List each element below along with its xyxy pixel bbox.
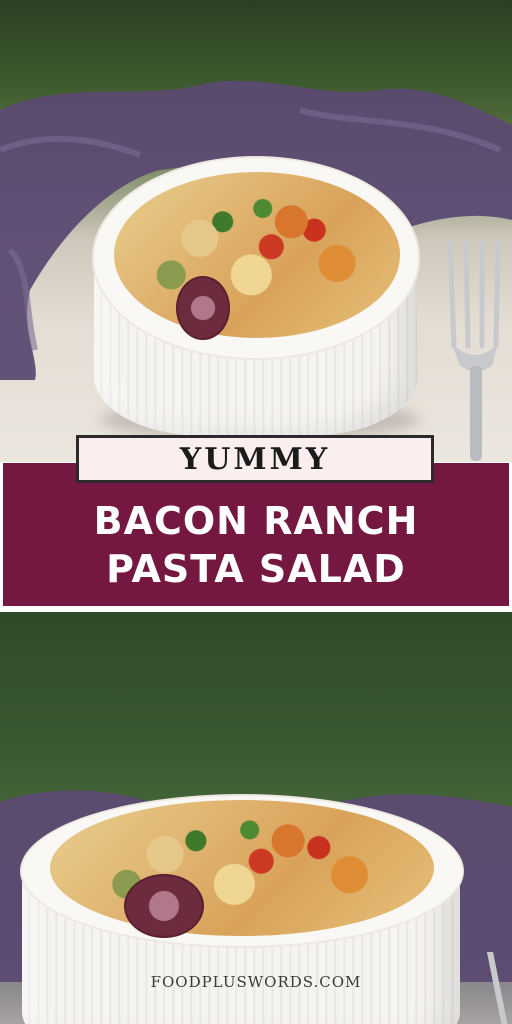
salami-slice-closeup	[124, 874, 204, 938]
recipe-title-line-1: BACON RANCH	[93, 499, 419, 543]
recipe-title-line-2: PASTA SALAD	[106, 547, 406, 591]
website-url: FOODPLUSWORDS.COM	[150, 973, 362, 991]
pasta-salad	[114, 172, 400, 338]
bottom-food-photo	[0, 612, 512, 1024]
badge-text: YUMMY	[179, 441, 331, 477]
pasta-salad-closeup	[50, 800, 434, 936]
yummy-badge: YUMMY	[76, 435, 434, 483]
title-band: BACON RANCH PASTA SALAD	[3, 463, 509, 606]
recipe-pin: YUMMY BACON RANCH PASTA SALAD FOODPLUSWO…	[0, 0, 512, 1024]
fork-icon	[447, 238, 501, 461]
salami-slice	[176, 276, 230, 340]
top-food-photo	[0, 0, 512, 462]
